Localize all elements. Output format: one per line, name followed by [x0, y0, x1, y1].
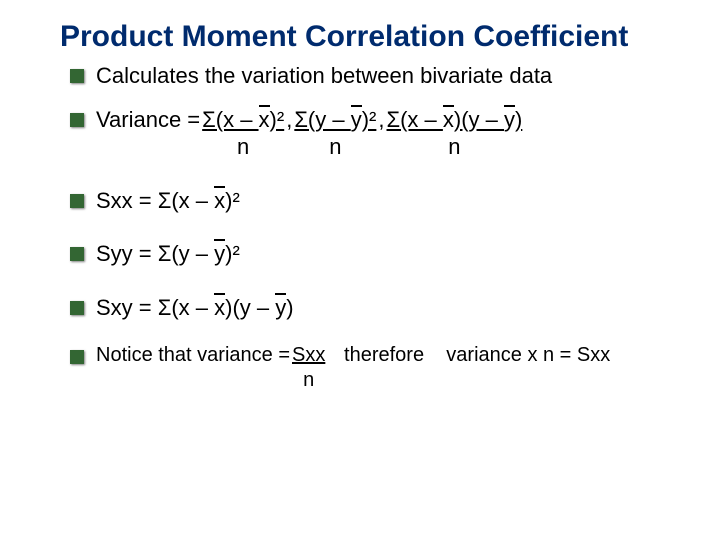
frac2-den: n — [329, 133, 341, 161]
sep-1: , — [286, 106, 292, 134]
syy-a: Syy = Σ(y – — [96, 241, 214, 266]
slide-title: Product Moment Correlation Coefficient — [60, 20, 690, 54]
variance-label: Variance = — [96, 106, 200, 134]
sxy-e: ) — [286, 295, 293, 320]
variance-row: Variance = Σ(x – x)² n , Σ(y – y)² n , Σ… — [70, 106, 690, 161]
note-a: Notice that variance = — [96, 343, 290, 368]
subtitle-row: Calculates the variation between bivaria… — [70, 62, 690, 90]
bullet-icon — [70, 194, 84, 208]
frac1-a: Σ(x – — [202, 107, 258, 132]
frac3-a: Σ(x – — [387, 107, 443, 132]
note-frac-den: n — [303, 368, 314, 393]
sxy-c: )(y – — [225, 295, 275, 320]
frac1-den: n — [237, 133, 249, 161]
sxy-a: Sxy = Σ(x – — [96, 295, 214, 320]
frac3-ybar: y — [504, 106, 515, 134]
note-b: therefore variance x n = Sxx — [327, 343, 610, 368]
sxx-a: Sxx = Σ(x – — [96, 188, 214, 213]
bullet-icon — [70, 301, 84, 315]
frac1-xbar: x — [259, 106, 270, 134]
bullet-icon — [70, 113, 84, 127]
frac-3: Σ(x – x)(y – y) n — [387, 106, 523, 161]
subtitle-text: Calculates the variation between bivaria… — [96, 62, 552, 90]
frac2-a: Σ(y – — [294, 107, 350, 132]
frac3-e: ) — [515, 107, 522, 132]
note-frac: Sxx n — [292, 343, 325, 393]
syy-text: Syy = Σ(y – y)² — [96, 240, 240, 268]
slide: Product Moment Correlation Coefficient C… — [0, 0, 720, 540]
sxy-row: Sxy = Σ(x – x)(y – y) — [70, 294, 690, 322]
syy-c: )² — [225, 241, 240, 266]
sxx-text: Sxx = Σ(x – x)² — [96, 187, 240, 215]
bullet-icon — [70, 247, 84, 261]
note-block: Notice that variance = Sxx n therefore v… — [96, 343, 610, 393]
sxx-row: Sxx = Σ(x – x)² — [70, 187, 690, 215]
frac3-xbar: x — [443, 106, 454, 134]
frac-1: Σ(x – x)² n — [202, 106, 284, 161]
sxy-ybar: y — [275, 294, 286, 322]
sxx-c: )² — [225, 188, 240, 213]
frac1-c: )² — [270, 107, 285, 132]
note-frac-num: Sxx — [292, 343, 325, 368]
frac2-c: )² — [362, 107, 377, 132]
frac2-ybar: y — [351, 106, 362, 134]
bullet-icon — [70, 350, 84, 364]
note-row: Notice that variance = Sxx n therefore v… — [70, 343, 690, 393]
syy-row: Syy = Σ(y – y)² — [70, 240, 690, 268]
bullet-icon — [70, 69, 84, 83]
sxy-xbar: x — [214, 294, 225, 322]
syy-ybar: y — [214, 240, 225, 268]
frac3-den: n — [448, 133, 460, 161]
frac3-c: )(y – — [454, 107, 504, 132]
variance-block: Variance = Σ(x – x)² n , Σ(y – y)² n , Σ… — [96, 106, 524, 161]
sep-2: , — [378, 106, 384, 134]
sxx-xbar: x — [214, 187, 225, 215]
sxy-text: Sxy = Σ(x – x)(y – y) — [96, 294, 294, 322]
frac-2: Σ(y – y)² n — [294, 106, 376, 161]
